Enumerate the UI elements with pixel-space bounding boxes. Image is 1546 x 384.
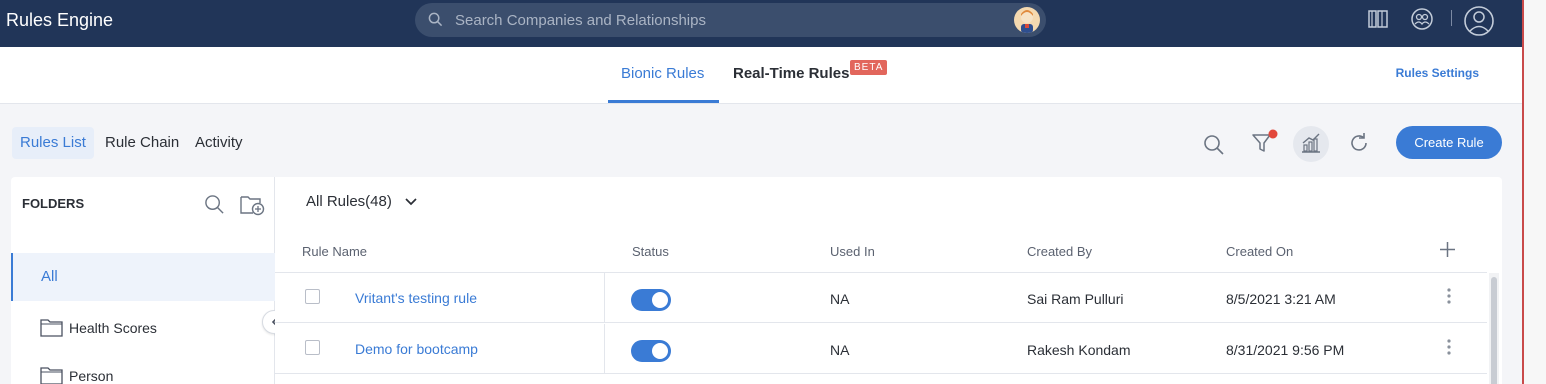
folder-label: Person: [69, 368, 114, 384]
folder-item-all[interactable]: All: [11, 253, 275, 301]
rule-name-link[interactable]: Vritant's testing rule: [355, 290, 477, 306]
scrollbar-thumb[interactable]: [1491, 277, 1497, 384]
table-scrollbar[interactable]: [1489, 273, 1499, 384]
tab-real-time-rules[interactable]: Real-Time Rules: [733, 65, 849, 82]
analytics-icon: [1302, 133, 1320, 153]
book-icon[interactable]: [1367, 7, 1389, 31]
network-icon[interactable]: [1410, 7, 1434, 31]
active-tab-indicator: [608, 100, 719, 103]
chevron-down-icon[interactable]: [404, 197, 418, 207]
tab-bionic-rules[interactable]: Bionic Rules: [621, 65, 704, 82]
tab-activity[interactable]: Activity: [187, 127, 251, 159]
tab-rules-list[interactable]: Rules List: [12, 127, 94, 159]
more-options-icon[interactable]: [1446, 338, 1452, 356]
filter-icon[interactable]: [1251, 128, 1281, 156]
app-title: Rules Engine: [6, 10, 114, 30]
search-icon[interactable]: [1203, 134, 1225, 156]
beta-badge: BETA: [850, 60, 888, 75]
add-folder-icon[interactable]: [240, 194, 265, 216]
column-header-created-on[interactable]: Created On: [1226, 244, 1293, 259]
search-icon: [428, 12, 443, 27]
table-row[interactable]: Vritant's testing rule NA Sai Ram Pullur…: [275, 273, 1487, 323]
folders-panel: FOLDERS All Health Scores Person: [11, 177, 275, 384]
folder-search-icon[interactable]: [204, 194, 225, 215]
used-in-cell: NA: [830, 291, 850, 307]
rules-subnav: Bionic Rules Real-Time Rules BETA Rules …: [0, 47, 1522, 104]
row-checkbox[interactable]: [305, 289, 320, 304]
global-search[interactable]: Search Companies and Relationships: [415, 3, 1046, 37]
column-header-status[interactable]: Status: [632, 244, 669, 259]
topbar-divider: [1451, 10, 1452, 26]
column-header-created-by[interactable]: Created By: [1027, 244, 1092, 259]
side-panel-edge: [1522, 0, 1546, 384]
refresh-icon[interactable]: [1348, 132, 1370, 154]
rules-table-panel: All Rules(48) Rule Name Status Used In C…: [275, 177, 1502, 384]
column-header-rule-name[interactable]: Rule Name: [302, 244, 367, 259]
row-checkbox[interactable]: [305, 340, 320, 355]
column-divider: [604, 324, 605, 374]
created-by-cell: Sai Ram Pulluri: [1027, 291, 1124, 307]
tab-rule-chain[interactable]: Rule Chain: [97, 127, 187, 159]
status-toggle[interactable]: [631, 289, 671, 311]
table-row[interactable]: Demo for bootcamp NA Rakesh Kondam 8/31/…: [275, 324, 1487, 374]
folders-title: FOLDERS: [22, 196, 85, 211]
create-rule-button[interactable]: Create Rule: [1396, 126, 1502, 159]
folder-label: Health Scores: [69, 320, 157, 336]
status-toggle[interactable]: [631, 340, 671, 362]
created-on-cell: 8/5/2021 3:21 AM: [1226, 291, 1336, 307]
avatar-icon: [1021, 10, 1033, 33]
top-bar: Rules Engine Search Companies and Relati…: [0, 0, 1522, 47]
rules-settings-link[interactable]: Rules Settings: [1396, 66, 1479, 80]
column-header-used-in[interactable]: Used In: [830, 244, 875, 259]
created-on-cell: 8/31/2021 9:56 PM: [1226, 342, 1345, 358]
column-divider: [604, 273, 605, 323]
more-options-icon[interactable]: [1446, 287, 1452, 305]
used-in-cell: NA: [830, 342, 850, 358]
search-placeholder: Search Companies and Relationships: [455, 12, 706, 29]
user-icon[interactable]: [1463, 5, 1495, 37]
folder-icon: [40, 367, 63, 384]
avatar[interactable]: [1014, 7, 1040, 33]
folder-label: All: [41, 268, 58, 285]
rule-name-link[interactable]: Demo for bootcamp: [355, 341, 478, 357]
created-by-cell: Rakesh Kondam: [1027, 342, 1131, 358]
add-column-icon[interactable]: [1439, 241, 1456, 258]
folder-icon: [40, 319, 63, 337]
rules-folder-selector[interactable]: All Rules(48): [306, 193, 392, 210]
